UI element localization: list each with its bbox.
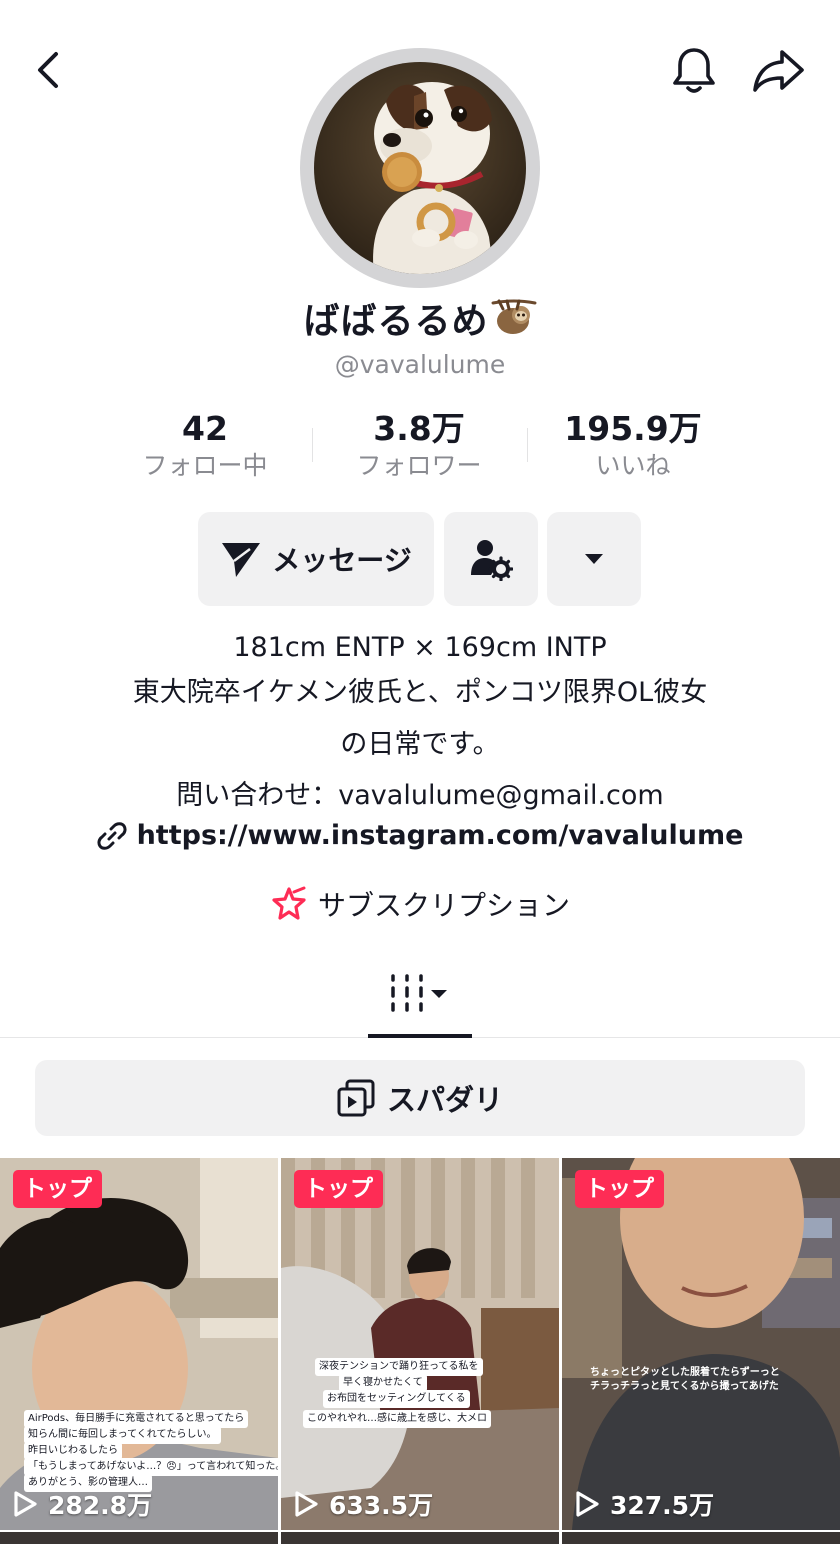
bio-line: 181cm ENTP × 169cm INTP [233, 632, 607, 663]
following-stat[interactable]: 42 フォロー中 [98, 408, 312, 484]
content-tabs [0, 960, 840, 1038]
playlist-button[interactable]: スパダリ [35, 1060, 805, 1136]
profile-link[interactable]: https://www.instagram.com/vavalulume [0, 820, 840, 851]
username-handle: @vavalulume [334, 350, 506, 379]
subscription-star-icon [272, 886, 306, 920]
display-name-text: ばばるるめ [303, 301, 489, 342]
tab-videos[interactable] [370, 968, 470, 1038]
video-tile[interactable]: トップ AirPods、毎日勝手に充電されてると思ってたら 知らん間に毎回しまっ… [0, 1158, 278, 1530]
user-settings-icon [471, 540, 513, 581]
stat-divider [312, 428, 313, 462]
video-caption: このやれやれ…感に歳上を感じ、大メロ [303, 1410, 491, 1428]
following-count: 42 [182, 409, 228, 448]
view-count: 327.5万 [574, 1486, 714, 1522]
bell-icon [673, 48, 715, 93]
more-options-button[interactable] [547, 512, 641, 606]
view-count: 633.5万 [293, 1486, 433, 1522]
likes-stat[interactable]: 195.9万 いいね [526, 408, 740, 484]
stat-divider [527, 428, 528, 462]
avatar-dog-image [314, 62, 526, 274]
link-icon [97, 821, 127, 850]
message-button[interactable]: メッセージ [198, 512, 434, 606]
video-thumbnail [562, 1158, 840, 1530]
view-count-value: 327.5万 [610, 1491, 715, 1520]
view-count-value: 282.8万 [48, 1491, 153, 1520]
bio-line: 東大院卒イケメン彼氏と、ポンコツ限界OL彼女 [132, 677, 708, 708]
play-icon [14, 1491, 37, 1517]
video-grid-icon [391, 974, 447, 1012]
view-count-value: 633.5万 [329, 1491, 434, 1520]
send-icon [222, 543, 261, 577]
bio-line: 問い合わせ：vavalulume@gmail.com [176, 780, 664, 811]
likes-label: いいね [595, 451, 671, 480]
display-name: ばばるるめ [0, 292, 840, 346]
followers-label: フォロワー [356, 451, 482, 480]
top-badge: トップ [13, 1170, 102, 1208]
video-tile-partial[interactable] [281, 1532, 559, 1544]
caret-down-icon [585, 554, 603, 564]
followers-count: 3.8万 [373, 409, 465, 448]
play-icon [576, 1491, 599, 1517]
subscription-link[interactable]: サブスクリプション [0, 884, 840, 924]
sloth-emoji-icon [491, 297, 537, 346]
follow-settings-button[interactable] [444, 512, 538, 606]
video-grid: トップ AirPods、毎日勝手に充電されてると思ってたら 知らん間に毎回しまっ… [0, 1158, 840, 1544]
video-tile-partial[interactable] [562, 1532, 840, 1544]
share-button[interactable] [750, 44, 806, 96]
avatar [314, 62, 526, 274]
active-tab-indicator [368, 1034, 472, 1038]
playlist-label: スパダリ [386, 1083, 503, 1117]
video-tile[interactable]: トップ 深夜テンションで踊り狂ってる私を 早く寝かせたくて お布団をセッティング… [281, 1158, 559, 1530]
video-tile-partial[interactable] [0, 1532, 278, 1544]
profile-stats: 42 フォロー中 3.8万 フォロワー 195.9万 いいね [98, 408, 742, 484]
play-icon [295, 1491, 318, 1517]
video-thumbnail [281, 1158, 559, 1530]
share-arrow-icon [753, 50, 804, 92]
likes-count: 195.9万 [564, 409, 702, 448]
top-badge: トップ [575, 1170, 664, 1208]
following-label: フォロー中 [142, 451, 268, 480]
avatar-ring[interactable] [300, 48, 540, 288]
video-caption: チラっチラっと見てくるから撮ってあげた [590, 1381, 779, 1392]
notification-button[interactable] [668, 44, 720, 96]
back-button[interactable] [28, 48, 72, 92]
message-button-label: メッセージ [272, 544, 412, 577]
chevron-left-icon [38, 52, 58, 88]
video-caption: お布団をセッティングしてくる [323, 1390, 470, 1408]
playlist-icon [337, 1079, 375, 1117]
view-count: 282.8万 [12, 1486, 152, 1522]
followers-stat[interactable]: 3.8万 フォロワー [312, 408, 526, 484]
bio-line: の日常です。 [340, 729, 500, 760]
top-badge: トップ [294, 1170, 383, 1208]
video-tile[interactable]: トップ ちょっとピタッとした服着てたらずーっと チラっチラっと見てくるから撮って… [562, 1158, 840, 1530]
subscription-label: サブスクリプション [317, 889, 570, 922]
profile-link-url: https://www.instagram.com/vavalulume [136, 820, 744, 851]
